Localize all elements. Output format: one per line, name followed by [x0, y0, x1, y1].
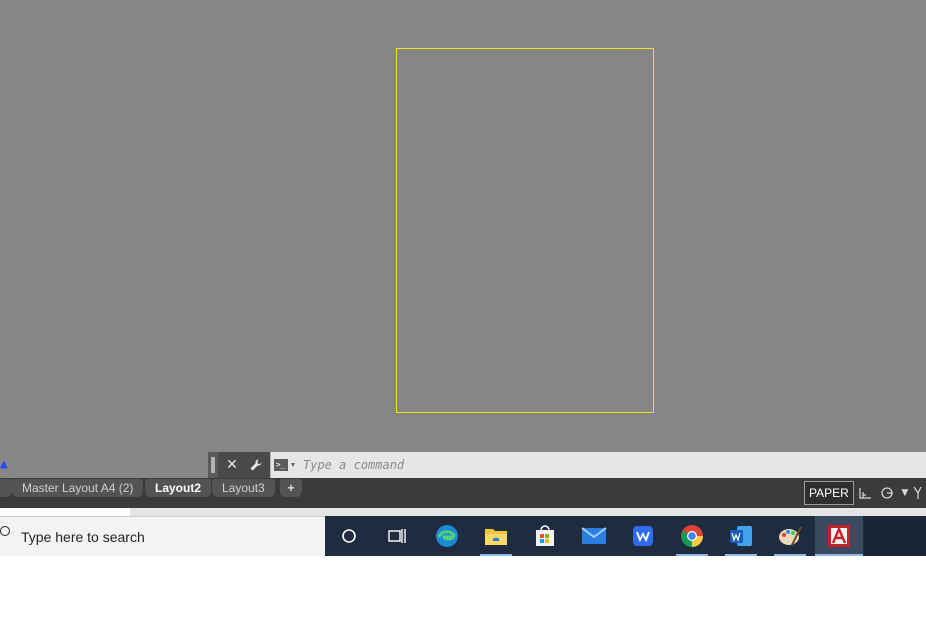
- autocad-icon[interactable]: [815, 516, 863, 556]
- search-icon: [0, 517, 18, 557]
- task-view-icon[interactable]: [373, 516, 421, 556]
- command-line-buttons: ✕: [218, 452, 270, 478]
- tab-master-layout[interactable]: Master Layout A4 (2): [12, 479, 144, 497]
- mail-icon[interactable]: [570, 516, 618, 556]
- grid-snap-icon[interactable]: [854, 481, 876, 505]
- taskbar-tray-area[interactable]: [864, 516, 926, 556]
- command-line: ✕ >_ ▼: [208, 452, 926, 478]
- windows-taskbar: Type here to search: [0, 516, 926, 556]
- command-line-grip-handle[interactable]: [208, 452, 218, 478]
- word-icon[interactable]: [717, 516, 765, 556]
- chrome-icon[interactable]: [668, 516, 716, 556]
- wps-office-icon[interactable]: [619, 516, 667, 556]
- cortana-icon[interactable]: [325, 516, 373, 556]
- tab-model-partial[interactable]: [0, 479, 12, 497]
- close-icon[interactable]: ✕: [223, 456, 241, 474]
- terminal-prompt-icon: >_: [273, 459, 288, 471]
- empty-region: [0, 556, 926, 621]
- microsoft-store-icon[interactable]: [521, 516, 569, 556]
- layout-tab-bar: Master Layout A4 (2) Layout2 Layout3 + P…: [0, 478, 926, 508]
- recent-commands-button[interactable]: >_ ▼: [271, 452, 299, 478]
- search-placeholder: Type here to search: [21, 528, 145, 545]
- ucs-icon: ▲: [0, 459, 8, 470]
- chevron-down-icon[interactable]: ▼: [898, 481, 912, 505]
- chevron-down-icon: ▼: [289, 461, 297, 469]
- osnap-icon[interactable]: [912, 481, 922, 505]
- taskbar-search-box[interactable]: Type here to search: [0, 516, 325, 556]
- paint-icon[interactable]: [766, 516, 814, 556]
- tab-layout3[interactable]: Layout3: [212, 479, 275, 497]
- edge-icon[interactable]: [423, 516, 471, 556]
- window-bottom-edge: [0, 508, 926, 516]
- tab-layout2[interactable]: Layout2: [145, 479, 212, 497]
- status-bar: PAPER ▼: [804, 480, 926, 506]
- command-input[interactable]: [299, 453, 926, 477]
- file-explorer-icon[interactable]: [472, 516, 520, 556]
- wrench-icon[interactable]: [247, 456, 265, 474]
- paper-space-toggle[interactable]: PAPER: [804, 481, 854, 505]
- autocad-window: ▲ ✕ >_ ▼ Master Layout A4 (2) Layout2 La…: [0, 0, 926, 621]
- polar-tracking-icon[interactable]: [876, 481, 898, 505]
- paper-sheet-border: [396, 48, 654, 413]
- add-layout-button[interactable]: +: [280, 479, 302, 497]
- command-input-area: >_ ▼: [270, 452, 926, 478]
- drawing-canvas[interactable]: [0, 0, 926, 452]
